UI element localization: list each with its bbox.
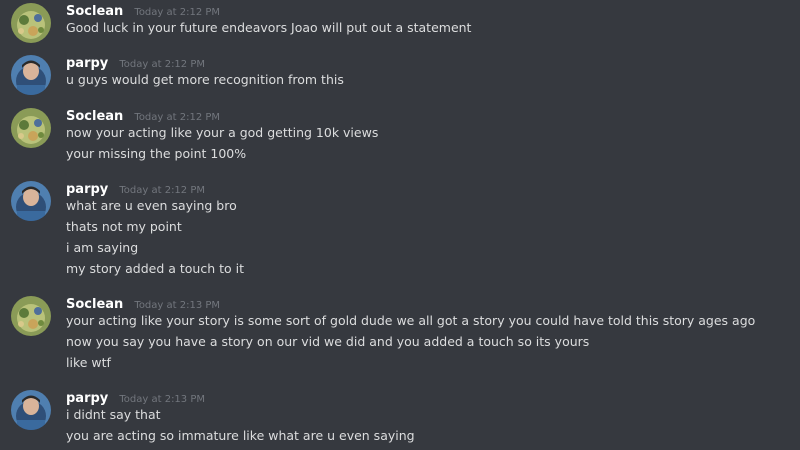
avatar-soclean[interactable] [11,296,51,336]
username[interactable]: Soclean [66,109,123,124]
timestamp: Today at 2:12 PM [134,7,221,18]
message-text: i am saying [66,240,139,255]
message-text: u guys would get more recognition from t… [66,72,344,87]
message-text: Good luck in your future endeavors Joao … [66,20,472,35]
message-header: parpy Today at 2:12 PM [66,178,205,198]
avatar-soclean[interactable] [11,108,51,148]
message-header: parpy Today at 2:12 PM [66,52,205,72]
timestamp: Today at 2:13 PM [134,300,221,311]
username[interactable]: Soclean [66,4,123,19]
username[interactable]: Soclean [66,297,123,312]
message-text: now you say you have a story on our vid … [66,334,590,349]
message-header: Soclean Today at 2:12 PM [66,105,220,125]
avatar-parpy[interactable] [11,55,51,95]
message-header: parpy Today at 2:13 PM [66,387,205,407]
timestamp: Today at 2:12 PM [119,185,205,196]
username[interactable]: parpy [66,56,108,71]
avatar-parpy[interactable] [11,181,51,221]
soclean-avatar-image [11,296,51,336]
username[interactable]: parpy [66,391,108,406]
parpy-avatar-image [11,181,51,221]
parpy-avatar-image [11,390,51,430]
parpy-avatar-image [11,55,51,95]
soclean-avatar-image [11,108,51,148]
message-text: your missing the point 100% [66,146,247,161]
timestamp: Today at 2:13 PM [119,394,205,405]
message-header: Soclean Today at 2:12 PM [66,0,220,20]
timestamp: Today at 2:12 PM [134,112,221,123]
chat-message-list: Soclean Today at 2:12 PM Good luck in yo… [0,0,800,450]
message-text: like wtf [66,355,111,370]
soclean-avatar-image [11,3,51,43]
message-header: Soclean Today at 2:13 PM [66,293,220,313]
username[interactable]: parpy [66,182,108,197]
message-text: my story added a touch to it [66,261,245,276]
avatar-soclean[interactable] [11,3,51,43]
avatar-parpy[interactable] [11,390,51,430]
message-text: what are u even saying bro [66,198,237,213]
message-text: i didnt say that [66,407,161,422]
message-text: now your acting like your a god getting … [66,125,379,140]
message-text: your acting like your story is some sort… [66,313,756,328]
message-text: thats not my point [66,219,182,234]
timestamp: Today at 2:12 PM [119,59,205,70]
message-text: you are acting so immature like what are… [66,428,415,443]
